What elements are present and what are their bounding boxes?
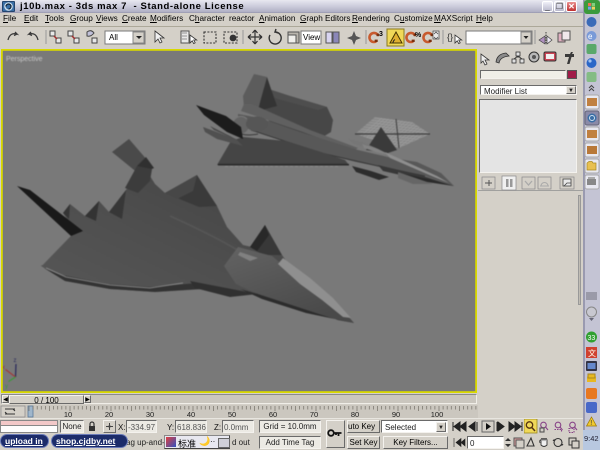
svg-text:33: 33 [588,335,596,342]
svg-text:!: ! [590,420,592,427]
svg-text:Perspective: Perspective [6,56,43,63]
svg-text:30: 30 [146,410,154,418]
svg-text:10: 10 [64,410,72,418]
svg-text:z: z [14,358,17,364]
svg-text:All: All [109,33,118,42]
svg-text:x: x [3,365,5,371]
svg-text:20: 20 [105,410,113,418]
svg-text:40: 40 [187,410,195,418]
svg-text:70: 70 [310,410,318,418]
svg-text:View: View [303,33,320,42]
svg-text:50: 50 [228,410,236,418]
svg-text:80: 80 [351,410,359,418]
svg-text:文: 文 [588,348,596,358]
svg-text:9:42: 9:42 [584,434,599,443]
svg-text:y: y [5,384,8,390]
svg-text:{}: {} [447,32,453,42]
svg-text:e: e [588,32,593,41]
svg-text:%: % [415,32,422,39]
svg-text:90: 90 [392,410,400,418]
svg-text:60: 60 [269,410,277,418]
svg-text:3: 3 [379,31,383,38]
svg-text:100: 100 [431,410,444,418]
